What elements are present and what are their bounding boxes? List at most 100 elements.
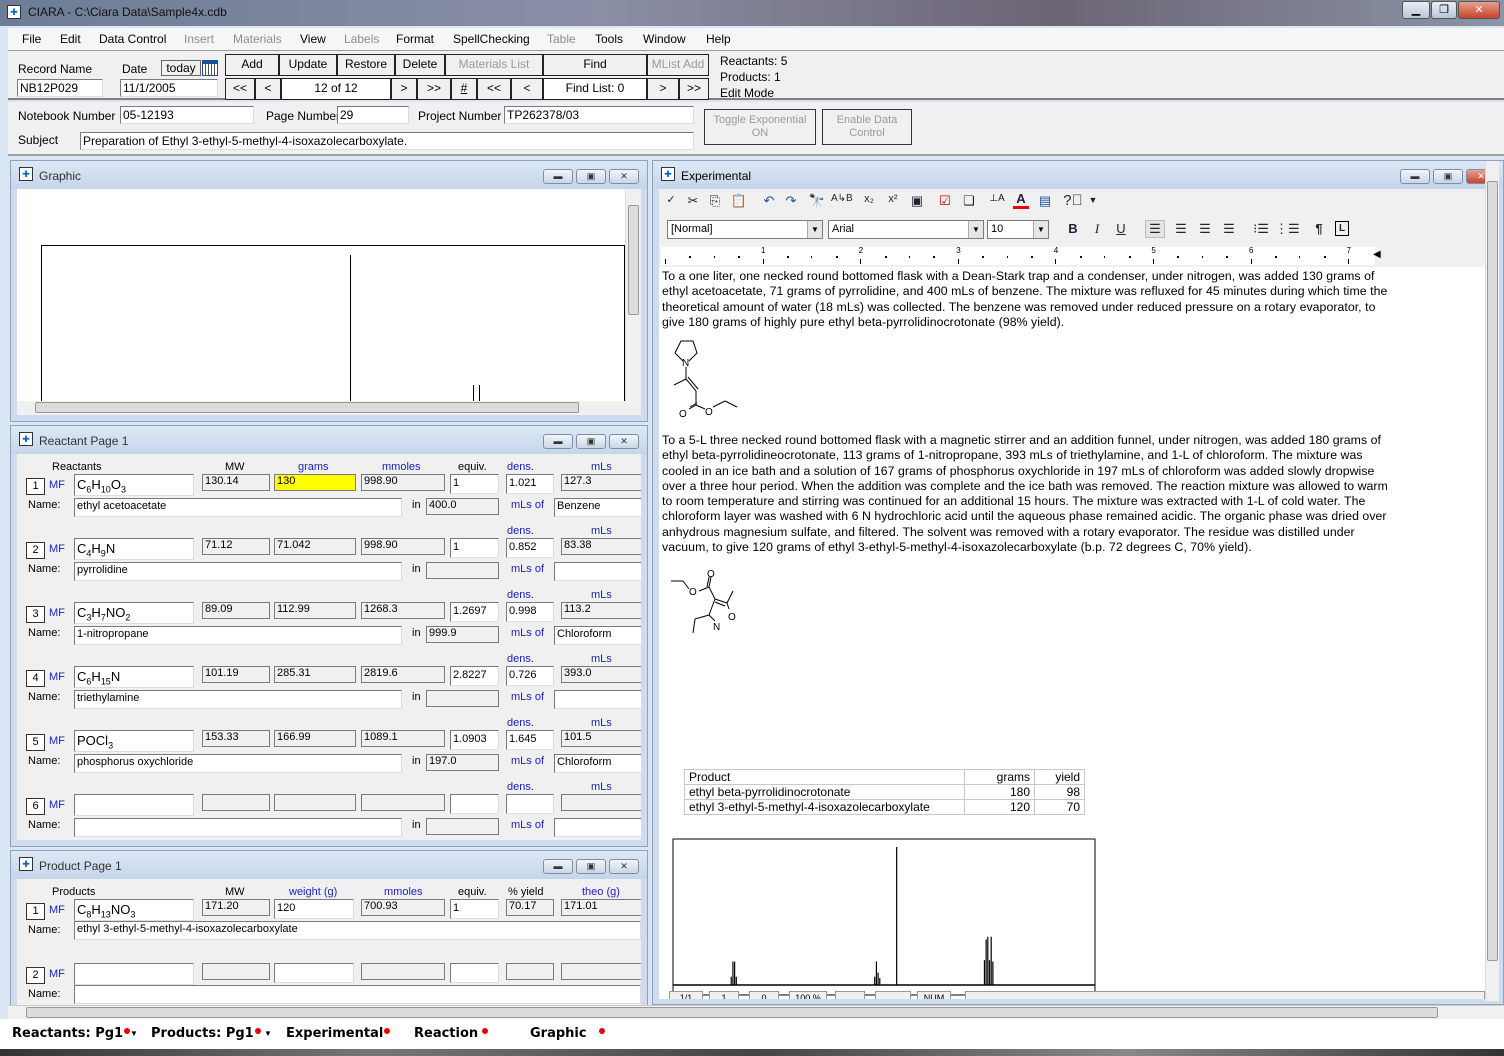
formula-field[interactable]: C3H7NO2	[74, 602, 194, 624]
paragraph-marks-icon[interactable]: ¶	[1309, 221, 1329, 236]
paste-icon[interactable]: 📋	[729, 193, 749, 209]
minimize-button[interactable]: ▬	[543, 169, 573, 184]
align-center-icon[interactable]: ☰	[1171, 221, 1191, 237]
maximize-button[interactable]: ▣	[576, 169, 606, 184]
maximize-button[interactable]: ▣	[576, 859, 606, 874]
chevron-down-icon[interactable]: ▼	[264, 1029, 272, 1038]
tab-stop-icon[interactable]: L	[1335, 221, 1349, 236]
find-last-button[interactable]: >>	[679, 78, 709, 100]
name-field[interactable]	[74, 818, 402, 837]
menu-edit[interactable]: Edit	[60, 32, 81, 46]
menu-spellchecking[interactable]: SpellChecking	[453, 32, 530, 46]
density-field[interactable]: 0.852	[506, 538, 554, 558]
font-color-icon[interactable]: A	[1013, 191, 1029, 209]
equiv-field[interactable]: 1	[450, 474, 499, 494]
equiv-field[interactable]	[450, 963, 499, 983]
menu-materials[interactable]: Materials	[233, 32, 282, 46]
tab-experimental[interactable]: Experimental	[286, 1026, 391, 1041]
calendar-icon[interactable]	[202, 60, 218, 76]
redo-icon[interactable]: ↷	[781, 193, 801, 209]
minimize-button[interactable]: ▁	[1402, 1, 1430, 19]
formula-field[interactable]: C4H9N	[74, 538, 194, 560]
density-field[interactable]: 1.021	[506, 474, 554, 494]
find-button[interactable]: Find	[543, 54, 647, 76]
materials-list-button[interactable]: Materials List	[445, 54, 543, 76]
name-field[interactable]: phosphorus oxychloride	[74, 754, 402, 773]
menu-help[interactable]: Help	[706, 32, 731, 46]
menu-tools[interactable]: Tools	[595, 32, 623, 46]
grams-field[interactable]	[274, 794, 356, 811]
minimize-button[interactable]: ▬	[543, 434, 573, 449]
formula-field[interactable]: POCl3	[74, 730, 194, 752]
project-number-field[interactable]: TP262378/03	[504, 106, 694, 124]
today-button[interactable]: today	[161, 60, 201, 76]
grams-field[interactable]: 130	[274, 474, 356, 491]
bold-icon[interactable]: B	[1063, 221, 1083, 236]
main-horizontal-scrollbar[interactable]	[8, 1005, 1504, 1019]
menu-labels[interactable]: Labels	[344, 32, 379, 46]
insert-field-icon[interactable]: ⊥A	[987, 193, 1007, 204]
formula-field[interactable]: C6H15N	[74, 666, 194, 688]
find-first-button[interactable]: <<	[477, 78, 511, 100]
formula-field[interactable]: C8H13NO3	[74, 899, 194, 921]
scroll-thumb[interactable]	[26, 1007, 1438, 1018]
spellcheck-icon[interactable]: ✓	[661, 193, 681, 206]
experimental-vertical-scrollbar[interactable]	[1485, 161, 1499, 1001]
menu-window[interactable]: Window	[643, 32, 686, 46]
chevron-down-icon[interactable]: ▼	[130, 1029, 138, 1038]
close-button[interactable]: ✕	[1458, 1, 1500, 19]
density-field[interactable]: 1.645	[506, 730, 554, 750]
tab-reaction[interactable]: Reaction	[414, 1026, 489, 1041]
document-editor[interactable]: To a one liter, one necked round bottome…	[659, 267, 1485, 999]
undo-icon[interactable]: ↶	[759, 193, 779, 209]
align-right-icon[interactable]: ☰	[1195, 221, 1215, 237]
ruler[interactable]: 1 2 3 4 5 6 7 ◀	[661, 246, 1381, 265]
solvent-field[interactable]	[554, 690, 641, 709]
graphic-canvas[interactable]	[17, 189, 641, 415]
maximize-button[interactable]: ▣	[576, 434, 606, 449]
frame-icon[interactable]: ▣	[907, 193, 927, 209]
restore-button[interactable]: Restore	[337, 54, 395, 76]
goto-record-button[interactable]: #	[451, 78, 477, 100]
equiv-field[interactable]: 1.0903	[450, 730, 499, 750]
solvent-field[interactable]	[554, 818, 641, 837]
grams-field[interactable]: 166.99	[274, 730, 356, 747]
density-field[interactable]	[506, 794, 554, 814]
copy-icon[interactable]: ⎘	[705, 193, 725, 209]
weight-field[interactable]	[274, 963, 354, 983]
close-button[interactable]: ✕	[609, 169, 639, 184]
justify-icon[interactable]: ☰	[1219, 221, 1239, 237]
superscript-icon[interactable]: x²	[883, 193, 903, 205]
solvent-field[interactable]: Chloroform	[554, 626, 641, 645]
find-prev-button[interactable]: <	[511, 78, 543, 100]
subject-field[interactable]: Preparation of Ethyl 3-ethyl-5-methyl-4-…	[80, 132, 694, 150]
menu-table[interactable]: Table	[547, 32, 576, 46]
close-button[interactable]: ✕	[609, 434, 639, 449]
solvent-field[interactable]	[554, 562, 641, 581]
close-button[interactable]: ✕	[609, 859, 639, 874]
prev-record-button[interactable]: <	[255, 78, 281, 100]
right-indent-marker[interactable]: ◀	[1373, 249, 1381, 260]
cut-icon[interactable]: ✂	[683, 193, 703, 209]
grams-field[interactable]: 112.99	[274, 602, 356, 619]
name-field[interactable]	[74, 985, 641, 1004]
menu-file[interactable]: File	[22, 32, 41, 46]
page-number-field[interactable]: 29	[337, 106, 409, 124]
objects-icon[interactable]: ❏	[959, 193, 979, 209]
name-field[interactable]: ethyl acetoacetate	[74, 498, 402, 517]
formula-field[interactable]	[74, 963, 194, 985]
help-icon[interactable]: ?⃝	[1063, 192, 1083, 209]
last-record-button[interactable]: >>	[417, 78, 451, 100]
underline-icon[interactable]: U	[1111, 221, 1131, 236]
minimize-button[interactable]: ▬	[543, 859, 573, 874]
first-record-button[interactable]: <<	[225, 78, 255, 100]
menu-data-control[interactable]: Data Control	[99, 32, 166, 46]
tab-products-pg-[interactable]: Products: Pg1	[151, 1026, 261, 1041]
maximize-button[interactable]: ❐	[1431, 1, 1457, 19]
notebook-number-field[interactable]: 05-12193	[120, 106, 254, 124]
name-field[interactable]: triethylamine	[74, 690, 402, 709]
italic-icon[interactable]: I	[1087, 221, 1107, 237]
font-size-select[interactable]: 10 ▼	[987, 220, 1049, 239]
graphic-vertical-scrollbar[interactable]	[625, 189, 641, 401]
update-button[interactable]: Update	[279, 54, 337, 76]
